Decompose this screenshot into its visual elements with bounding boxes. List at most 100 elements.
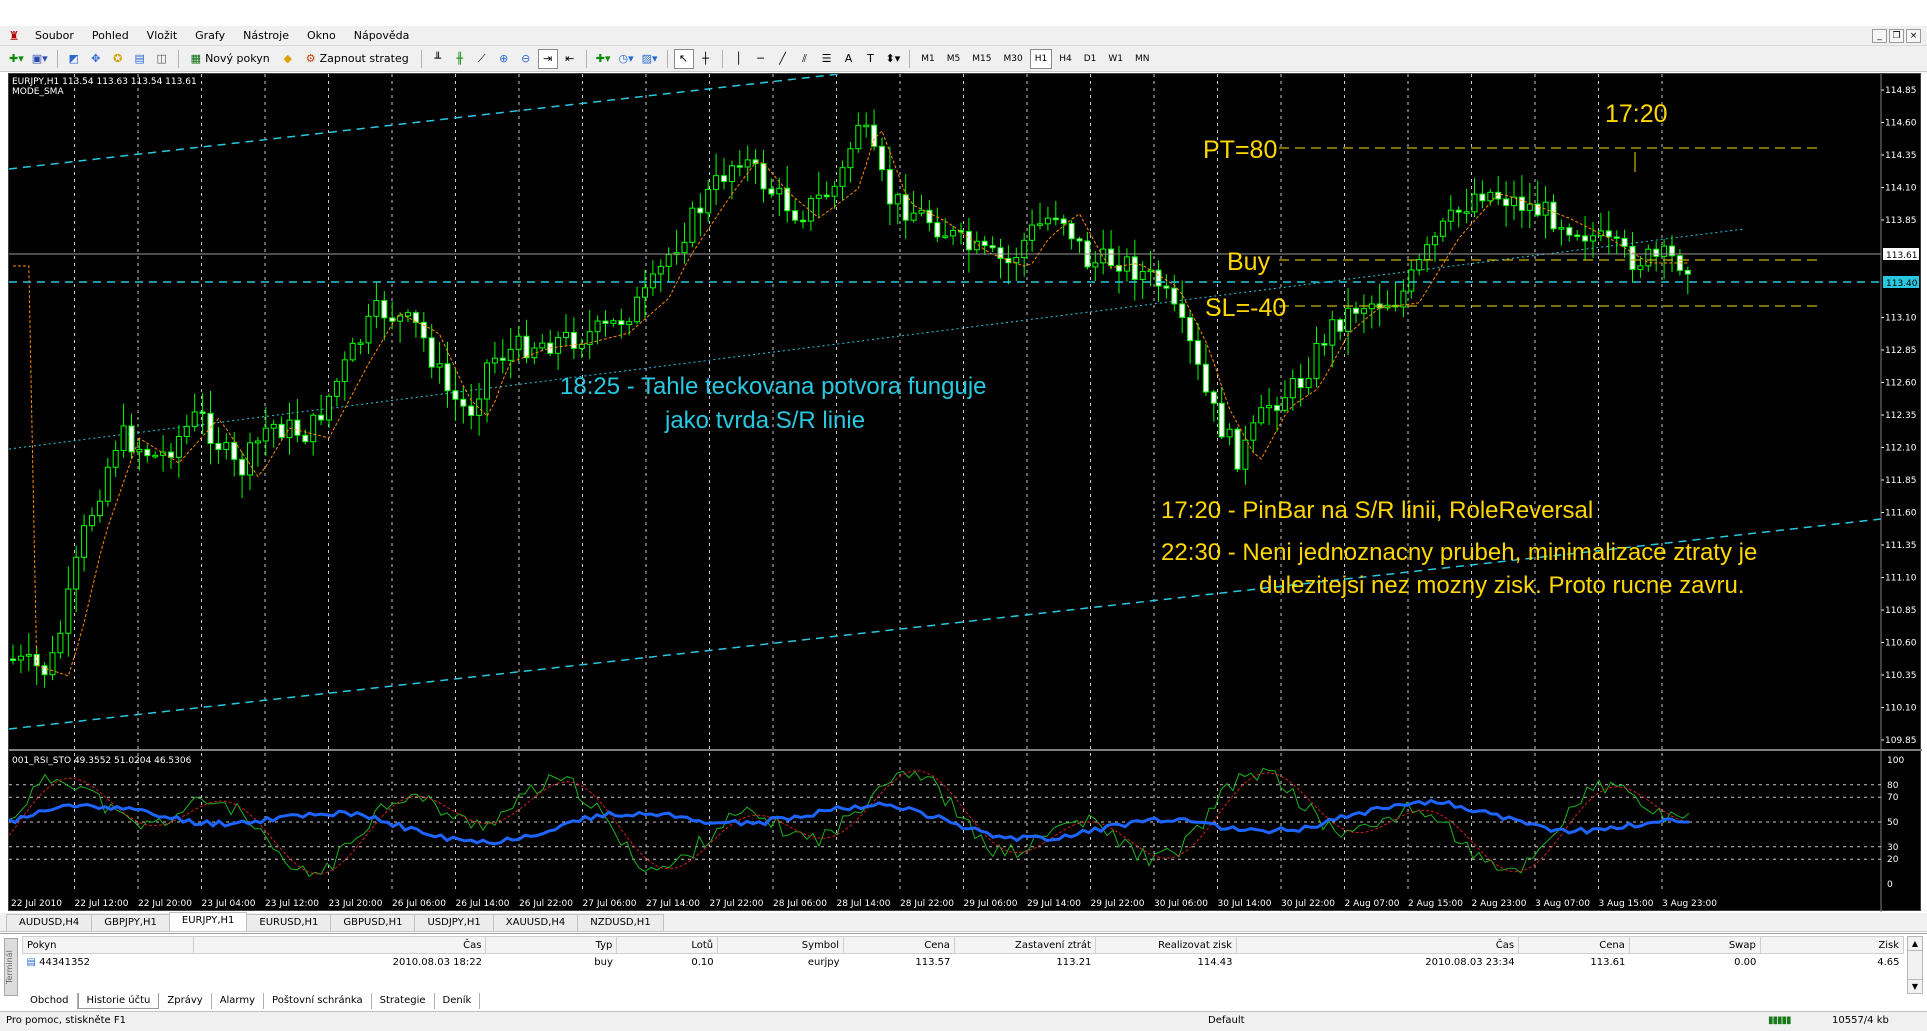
chart-window[interactable]: 114.85 114.60 114.35 114.10 113.85 113.10 112.… [8,73,1922,912]
candle-body [626,321,633,326]
col-symbol[interactable]: Symbol [717,936,845,954]
candle-body [1637,265,1644,270]
templates-icon[interactable]: ▨▾ [639,49,661,69]
col-typ[interactable]: Typ [485,936,618,954]
tab-gbpjpy[interactable]: GBPJPY,H1 [91,914,170,931]
new-order-button[interactable]: ▦ Nový pokyn [185,49,276,69]
col-cas[interactable]: Čas [193,936,487,954]
tab-alarmy[interactable]: Alarmy [212,993,265,1009]
tab-eurusd[interactable]: EURUSD,H1 [246,914,332,931]
col-lotu[interactable]: Lotů [616,936,719,954]
tab-zpravy[interactable]: Zprávy [159,993,212,1009]
price-chart[interactable]: 114.85 114.60 114.35 114.10 113.85 113.10 112.… [9,74,1922,912]
candlestick-icon[interactable]: ╫ [450,49,470,69]
price-level-label: 112.35 [1885,411,1917,421]
periods-icon[interactable]: ◷▾ [615,49,636,69]
col-cas-close[interactable]: Čas [1235,936,1520,954]
scroll-up-icon[interactable]: ▲ [1908,937,1922,951]
col-cena-close[interactable]: Cena [1518,936,1630,954]
col-zisk[interactable]: Zisk [1759,936,1905,954]
candle-body [89,515,95,527]
minimize-icon[interactable]: _ [1872,28,1887,43]
navigator-icon[interactable]: ✪ [108,49,128,69]
horizontal-line-icon[interactable]: ─ [751,49,771,69]
timeframe-mn[interactable]: MN [1130,49,1155,69]
candle-body [570,331,577,349]
terminal-scrollbar[interactable]: ▲ ▼ [1907,936,1923,994]
candle-body [1021,239,1028,259]
tab-xauusd[interactable]: XAUUSD,H4 [492,914,579,931]
zoom-out-icon[interactable]: ⊖ [516,49,536,69]
col-zastaveni[interactable]: Zastavení ztrát [953,936,1096,954]
metaeditor-icon[interactable]: ◆ [278,49,298,69]
terminal-icon[interactable]: ▤ [130,49,150,69]
time-label: 29 Jul 06:00 [964,899,1018,909]
autoscroll-icon[interactable]: ⇥ [537,48,558,69]
tab-nzdusd[interactable]: NZDUSD,H1 [577,914,664,931]
candle-body [1503,198,1510,207]
timeframe-m1[interactable]: M1 [916,49,940,69]
tab-denik[interactable]: Deník [435,993,481,1009]
text-icon[interactable]: A [839,49,859,69]
menu-soubor[interactable]: Soubor [26,27,83,45]
menu-grafy[interactable]: Grafy [186,27,234,45]
candle-body [247,442,253,476]
channel-lines[interactable] [9,74,1882,730]
timeframe-h4[interactable]: H4 [1054,49,1077,69]
price-level-label: 113.10 [1885,314,1917,324]
profiles-icon[interactable]: ▣▾ [29,49,51,69]
crosshair-icon[interactable]: ┼ [696,49,716,69]
col-cena[interactable]: Cena [843,936,955,954]
col-pokyn[interactable]: Pokyn [21,936,195,954]
tab-postovni[interactable]: Poštovní schránka [264,993,372,1009]
arrows-icon[interactable]: ⬍▾ [883,49,904,69]
tab-obchod[interactable]: Obchod [22,993,78,1009]
channel-upper-line[interactable] [9,74,840,170]
restore-icon[interactable]: ❐ [1889,28,1904,43]
close-icon[interactable]: × [1906,28,1921,43]
vertical-line-icon[interactable]: │ [729,49,749,69]
menu-napoveda[interactable]: Nápověda [345,27,419,45]
tab-eurjpy[interactable]: EURJPY,H1 [168,912,248,931]
data-window-icon[interactable]: ✥ [86,49,106,69]
chart-shift-icon[interactable]: ⇤ [560,49,580,69]
dotted-sr-line[interactable] [9,228,1745,450]
timeframe-m30[interactable]: M30 [999,49,1028,69]
menu-pohled[interactable]: Pohled [83,27,138,45]
timeframe-w1[interactable]: W1 [1103,49,1128,69]
timeframe-d1[interactable]: D1 [1079,49,1102,69]
menu-nastroje[interactable]: Nástroje [234,27,298,45]
menu-okno[interactable]: Okno [298,27,345,45]
tab-usdjpy[interactable]: USDJPY,H1 [414,914,494,931]
candle-body [199,411,206,414]
market-watch-icon[interactable]: ◩ [64,49,84,69]
trendline-icon[interactable]: ╱ [773,49,793,69]
channel-icon[interactable]: ⫽ [795,49,815,69]
line-chart-icon[interactable]: ⟋ [472,49,492,69]
candle-body [1155,269,1162,287]
fibonacci-icon[interactable]: ☰ [817,49,837,69]
tester-icon[interactable]: ◫ [152,49,172,69]
new-chart-icon[interactable]: ✚▾ [6,49,27,69]
candle-body [863,124,870,128]
timeframe-m5[interactable]: M5 [942,49,966,69]
bar-chart-icon[interactable]: ╨ [428,49,448,69]
label-icon[interactable]: T [861,49,881,69]
col-realizovat[interactable]: Realizovat zisk [1094,936,1237,954]
menu-vlozit[interactable]: Vložit [138,27,186,45]
price-level-label: 111.60 [1885,509,1917,519]
tab-strategie[interactable]: Strategie [372,993,435,1009]
tab-audusd[interactable]: AUDUSD,H4 [6,914,93,931]
tab-historie[interactable]: Historie účtu [77,993,160,1009]
autotrading-button[interactable]: ⚙ Zapnout strateg [300,49,415,69]
tab-gbpusd[interactable]: GBPUSD,H1 [330,914,416,931]
timeframe-m15[interactable]: M15 [967,49,996,69]
cursor-icon[interactable]: ↖ [673,48,694,69]
indicators-icon[interactable]: ✚▾ [593,49,614,69]
table-row[interactable]: ▤ 44341352 2010.08.03 18:22 buy 0.10 eur… [23,954,1904,971]
scroll-down-icon[interactable]: ▼ [1908,979,1922,993]
zoom-in-icon[interactable]: ⊕ [494,49,514,69]
candle-body [373,300,380,317]
timeframe-h1[interactable]: H1 [1029,48,1053,69]
col-swap[interactable]: Swap [1628,936,1761,954]
